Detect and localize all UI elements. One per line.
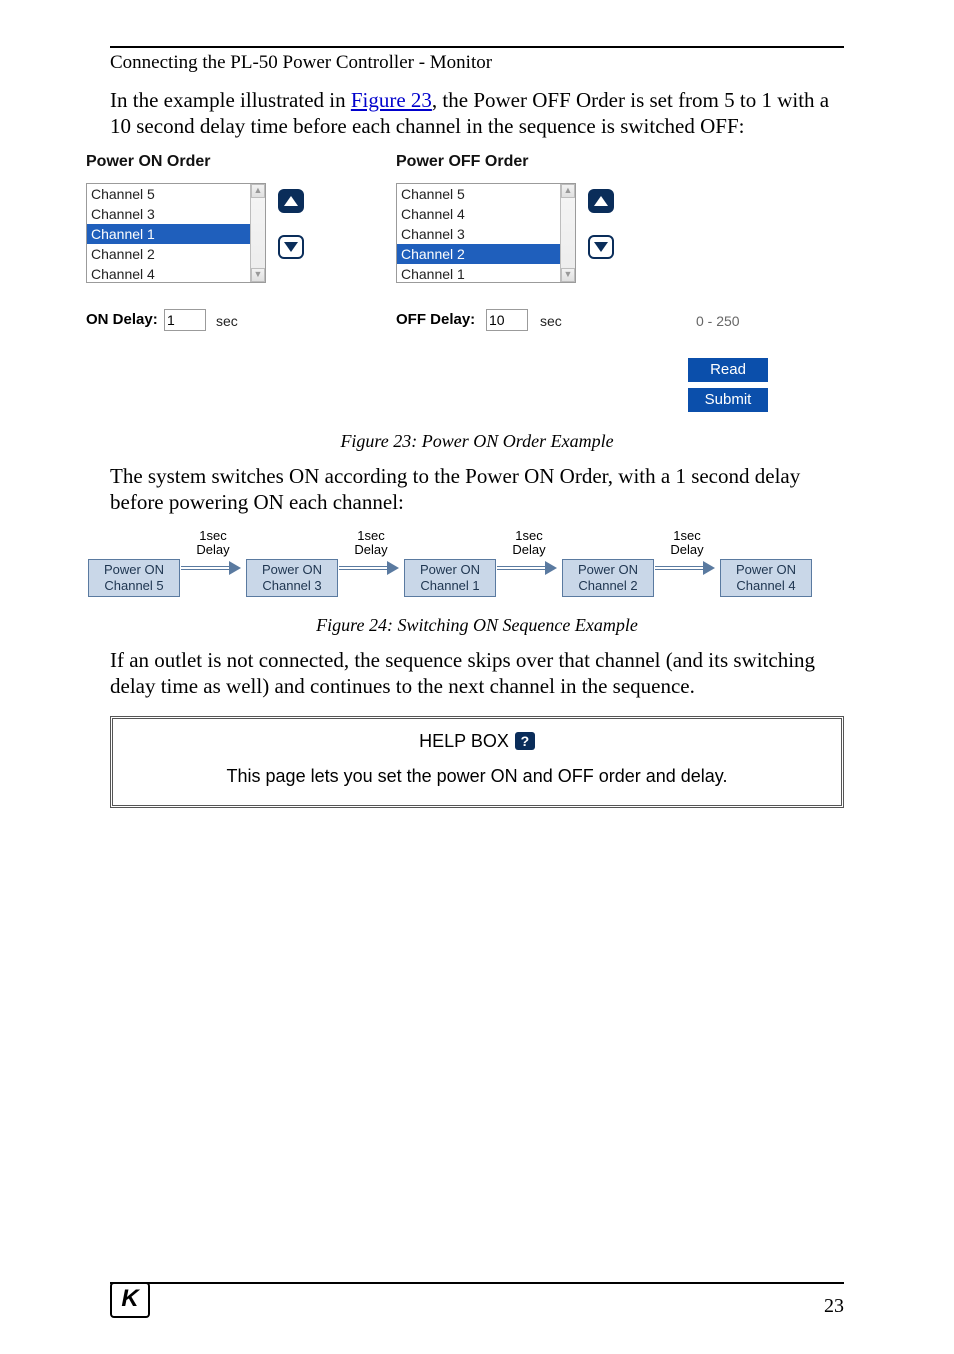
sequence-line1: Power ON <box>578 562 638 577</box>
gap-label-1: 1sec <box>180 529 246 543</box>
help-box: HELP BOX ? This page lets you set the po… <box>110 716 844 808</box>
sequence-line1: Power ON <box>104 562 164 577</box>
scrollbar[interactable]: ▲ ▼ <box>560 184 575 282</box>
figure-23-link[interactable]: Figure 23 <box>351 88 432 112</box>
power-order-panel: Power ON Order Power OFF Order Channel 5… <box>86 153 868 425</box>
sec-label: sec <box>216 313 238 329</box>
sequence-box: Power ON Channel 5 <box>88 559 180 597</box>
scroll-down-icon[interactable]: ▼ <box>561 268 575 282</box>
scroll-down-icon[interactable]: ▼ <box>251 268 265 282</box>
power-off-order-title: Power OFF Order <box>396 153 528 171</box>
list-item[interactable]: Channel 1 <box>397 264 575 284</box>
sequence-gap: 1sec Delay <box>338 529 404 557</box>
sequence-box: Power ON Channel 3 <box>246 559 338 597</box>
sequence-box: Power ON Channel 4 <box>720 559 812 597</box>
sequence-line2: Channel 3 <box>262 578 321 593</box>
triangle-up-icon <box>593 195 609 207</box>
sequence-line2: Channel 1 <box>420 578 479 593</box>
sequence-line1: Power ON <box>420 562 480 577</box>
arrow-right-icon <box>180 561 246 575</box>
list-item[interactable]: Channel 2 <box>397 244 575 264</box>
list-item[interactable]: Channel 4 <box>397 204 575 224</box>
range-hint: 0 - 250 <box>696 313 740 329</box>
move-up-button[interactable] <box>278 189 304 213</box>
power-on-order-title: Power ON Order <box>86 153 210 171</box>
move-up-button[interactable] <box>588 189 614 213</box>
triangle-down-icon <box>283 241 299 253</box>
brand-logo: K <box>110 1282 150 1318</box>
paragraph-1-pre: In the example illustrated in <box>110 88 351 112</box>
off-delay-label: OFF Delay: <box>396 311 475 328</box>
move-down-button[interactable] <box>278 235 304 259</box>
read-button[interactable]: Read <box>688 358 768 382</box>
submit-button[interactable]: Submit <box>688 388 768 412</box>
list-item[interactable]: Channel 5 <box>397 184 575 204</box>
scroll-up-icon[interactable]: ▲ <box>251 184 265 198</box>
off-delay-input[interactable] <box>486 309 528 331</box>
gap-label-2: Delay <box>496 543 562 557</box>
gap-label-2: Delay <box>338 543 404 557</box>
gap-label-1: 1sec <box>496 529 562 543</box>
sec-label: sec <box>540 313 562 329</box>
list-item[interactable]: Channel 5 <box>87 184 265 204</box>
paragraph-1: In the example illustrated in Figure 23,… <box>110 88 844 139</box>
sequence-gap: 1sec Delay <box>180 529 246 557</box>
arrow-right-icon <box>654 561 720 575</box>
figure-23-caption: Figure 23: Power ON Order Example <box>110 431 844 452</box>
list-item[interactable]: Channel 3 <box>87 204 265 224</box>
scroll-up-icon[interactable]: ▲ <box>561 184 575 198</box>
triangle-up-icon <box>283 195 299 207</box>
gap-label-2: Delay <box>654 543 720 557</box>
switching-sequence-diagram: Power ON Channel 5 1sec Delay Power ON C… <box>88 529 866 609</box>
gap-label-1: 1sec <box>654 529 720 543</box>
gap-label-2: Delay <box>180 543 246 557</box>
paragraph-3: If an outlet is not connected, the seque… <box>110 648 844 699</box>
on-delay-label: ON Delay: <box>86 311 158 328</box>
gap-label-1: 1sec <box>338 529 404 543</box>
sequence-line1: Power ON <box>262 562 322 577</box>
scrollbar[interactable]: ▲ ▼ <box>250 184 265 282</box>
help-box-text: This page lets you set the power ON and … <box>133 766 821 787</box>
help-box-title: HELP BOX <box>419 731 509 752</box>
sequence-line2: Channel 4 <box>736 578 795 593</box>
sequence-line2: Channel 5 <box>104 578 163 593</box>
sequence-gap: 1sec Delay <box>496 529 562 557</box>
list-item[interactable]: Channel 4 <box>87 264 265 284</box>
arrow-right-icon <box>338 561 404 575</box>
list-item[interactable]: Channel 3 <box>397 224 575 244</box>
triangle-down-icon <box>593 241 609 253</box>
arrow-right-icon <box>496 561 562 575</box>
sequence-line1: Power ON <box>736 562 796 577</box>
page-header: Connecting the PL-50 Power Controller - … <box>110 52 844 74</box>
page-number: 23 <box>824 1295 844 1318</box>
power-on-order-listbox[interactable]: Channel 5 Channel 3 Channel 1 Channel 2 … <box>86 183 266 283</box>
brand-letter: K <box>121 1287 138 1311</box>
list-item[interactable]: Channel 2 <box>87 244 265 264</box>
sequence-box: Power ON Channel 2 <box>562 559 654 597</box>
on-delay-input[interactable] <box>164 309 206 331</box>
paragraph-2: The system switches ON according to the … <box>110 464 844 515</box>
power-off-order-listbox[interactable]: Channel 5 Channel 4 Channel 3 Channel 2 … <box>396 183 576 283</box>
help-icon: ? <box>515 732 535 750</box>
list-item[interactable]: Channel 1 <box>87 224 265 244</box>
move-down-button[interactable] <box>588 235 614 259</box>
sequence-line2: Channel 2 <box>578 578 637 593</box>
figure-24-caption: Figure 24: Switching ON Sequence Example <box>110 615 844 636</box>
sequence-box: Power ON Channel 1 <box>404 559 496 597</box>
sequence-gap: 1sec Delay <box>654 529 720 557</box>
